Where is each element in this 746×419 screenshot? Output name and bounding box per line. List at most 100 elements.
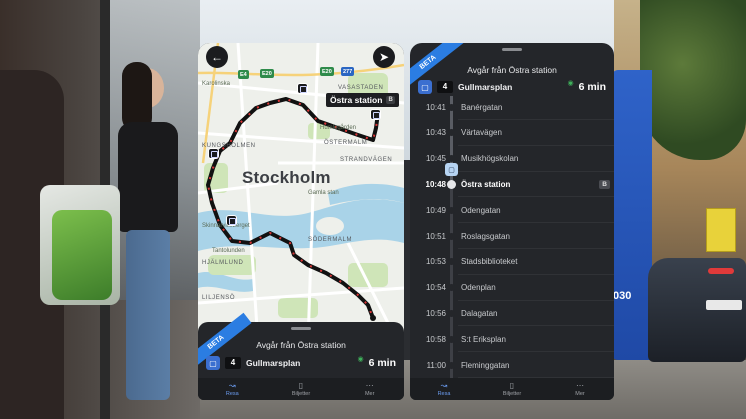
stop-name: S:t Eriksplan bbox=[461, 334, 506, 344]
tab-label: Resa bbox=[437, 391, 451, 397]
map-city-label: Stockholm bbox=[242, 168, 331, 187]
tab-label: Mer bbox=[364, 391, 375, 397]
stop-row[interactable]: 10:54 Odenplan bbox=[410, 277, 614, 299]
stop-name: Odengatan bbox=[461, 205, 501, 215]
map-stop-marker[interactable] bbox=[208, 148, 219, 159]
stop-name: Odenplan bbox=[461, 283, 496, 293]
stop-name: Östra station bbox=[461, 179, 511, 189]
stop-row[interactable]: 10:43 Värtavägen bbox=[410, 122, 614, 144]
stop-row[interactable]: 10:49 Odengatan bbox=[410, 199, 614, 221]
stop-time: 10:56 bbox=[425, 308, 446, 318]
stop-row[interactable]: 10:41 Banérgatan bbox=[410, 96, 614, 118]
stop-row[interactable]: 10:58 S:t Eriksplan bbox=[410, 328, 614, 350]
stop-name: Dalagatan bbox=[461, 308, 498, 318]
stop-dot bbox=[448, 129, 455, 137]
stop-time: 10:43 bbox=[425, 128, 446, 138]
stop-callout-name: Östra station bbox=[330, 95, 383, 105]
stop-row[interactable]: 11:00 Fleminggatan bbox=[410, 354, 614, 376]
stop-dot bbox=[448, 232, 455, 240]
tab-bar: ↝ Resa ▯ Biljetter ⋯ Mer bbox=[410, 378, 614, 400]
locate-button[interactable]: ➤ bbox=[373, 46, 395, 68]
stop-divider bbox=[458, 119, 614, 120]
stop-time: 11:00 bbox=[426, 360, 446, 370]
more-dots-icon: ⋯ bbox=[365, 381, 374, 390]
stop-divider bbox=[458, 196, 614, 198]
destination: Gullmarsplan bbox=[458, 82, 513, 92]
license-plate bbox=[706, 300, 742, 310]
map-label-karolinska: Karolinska bbox=[202, 81, 231, 87]
stop-divider bbox=[458, 248, 614, 249]
tab-label: Resa bbox=[225, 391, 239, 397]
stop-name: Fleminggatan bbox=[461, 360, 510, 370]
bus-number: 030 bbox=[613, 290, 632, 302]
tab-mer[interactable]: ⋯ Mer bbox=[335, 378, 404, 400]
road-shield-e20: E20 bbox=[260, 69, 274, 78]
stop-row[interactable]: 10:53 Stadsbiblioteket bbox=[410, 251, 614, 273]
stop-time: 10:54 bbox=[425, 283, 446, 293]
departure-row[interactable]: ▢ 4 Gullmarsplan ◉ 6 min bbox=[418, 79, 606, 95]
tab-resa[interactable]: ↝ Resa bbox=[410, 378, 478, 400]
departure-sheet[interactable]: BETA Avgår från Östra station ▢ 4 Gullma… bbox=[198, 312, 404, 400]
eta: 6 min bbox=[368, 357, 396, 369]
stop-divider bbox=[458, 222, 614, 224]
produce bbox=[52, 210, 112, 300]
road-shield-e4: E4 bbox=[238, 70, 249, 79]
realtime-signal-icon: ◉ bbox=[357, 356, 364, 363]
tree bbox=[640, 0, 746, 160]
stop-callout-platform: B bbox=[386, 96, 395, 104]
phone-stoplist-screen: BETA Avgår från Östra station ▢ 4 Gullma… bbox=[410, 43, 614, 400]
route-icon: ↝ bbox=[228, 381, 236, 390]
stop-name: Musikhögskolan bbox=[461, 154, 519, 164]
selected-stop-callout[interactable]: Östra station B bbox=[326, 93, 399, 107]
tab-resa[interactable]: ↝ Resa bbox=[198, 378, 267, 400]
destination: Gullmarsplan bbox=[246, 358, 301, 368]
more-dots-icon: ⋯ bbox=[576, 381, 584, 390]
sheet-title: Avgår från Östra station bbox=[256, 340, 346, 350]
sheet-title: Avgår från Östra station bbox=[467, 65, 557, 75]
stop-time: 10:49 bbox=[425, 205, 446, 215]
stop-divider bbox=[458, 144, 614, 146]
stop-dot bbox=[448, 155, 455, 163]
phone-map-screen: VASASTADEN Humlegården ÖSTERMALM STRANDV… bbox=[198, 43, 404, 400]
map-stop-marker[interactable] bbox=[297, 83, 308, 94]
departure-row[interactable]: ▢ 4 Gullmarsplan ◉ 6 min bbox=[206, 355, 396, 371]
stop-row[interactable]: 10:51 Roslagsgatan bbox=[410, 225, 614, 247]
map-label-humlegarden: Humlegården bbox=[320, 125, 357, 131]
map-label-strandvagen: STRANDVÄGEN bbox=[340, 157, 393, 163]
blue-bus bbox=[612, 70, 652, 360]
stop-time: 10:48 bbox=[425, 179, 446, 189]
road-shield-277: 277 bbox=[341, 67, 355, 76]
sheet-handle[interactable] bbox=[291, 327, 311, 330]
tab-bar: ↝ Resa ▯ Biljetter ⋯ Mer bbox=[198, 378, 404, 400]
woman-with-phone bbox=[112, 60, 182, 410]
navigation-arrow-icon: ➤ bbox=[378, 50, 390, 64]
stop-divider bbox=[458, 325, 614, 327]
map-label-hjalmlund: HJÄLMLUND bbox=[202, 260, 244, 266]
stop-dot bbox=[448, 309, 455, 317]
route-icon: ↝ bbox=[440, 381, 448, 390]
sheet-handle[interactable] bbox=[502, 48, 522, 51]
stop-dot bbox=[448, 284, 455, 292]
tab-mer[interactable]: ⋯ Mer bbox=[546, 378, 614, 400]
line-number: 4 bbox=[225, 357, 241, 369]
tab-biljetter[interactable]: ▯ Biljetter bbox=[267, 378, 336, 400]
stop-name: Roslagsgatan bbox=[461, 231, 510, 241]
map-label-tantolunden: Tantolunden bbox=[212, 248, 245, 254]
stop-row[interactable]: 10:45 Musikhögskolan bbox=[410, 148, 614, 170]
line-number: 4 bbox=[437, 81, 453, 93]
tab-label: Biljetter bbox=[502, 391, 522, 397]
map-stop-marker-selected[interactable] bbox=[370, 109, 381, 120]
stop-divider bbox=[458, 273, 614, 275]
ticket-icon: ▯ bbox=[298, 381, 304, 390]
back-button[interactable]: ← bbox=[206, 46, 228, 68]
stop-dot bbox=[448, 258, 455, 266]
stop-row-current[interactable]: 10:48 Östra station B bbox=[410, 173, 614, 195]
tab-biljetter[interactable]: ▯ Biljetter bbox=[478, 378, 546, 400]
map-stop-marker[interactable] bbox=[226, 215, 237, 226]
stop-time: 10:45 bbox=[425, 154, 446, 164]
bus-icon: ▢ bbox=[206, 356, 220, 370]
stop-row[interactable]: 10:56 Dalagatan bbox=[410, 302, 614, 324]
stop-dot bbox=[447, 179, 456, 189]
stop-name: Banérgatan bbox=[461, 102, 503, 112]
map-view[interactable]: VASASTADEN Humlegården ÖSTERMALM STRANDV… bbox=[198, 43, 404, 343]
